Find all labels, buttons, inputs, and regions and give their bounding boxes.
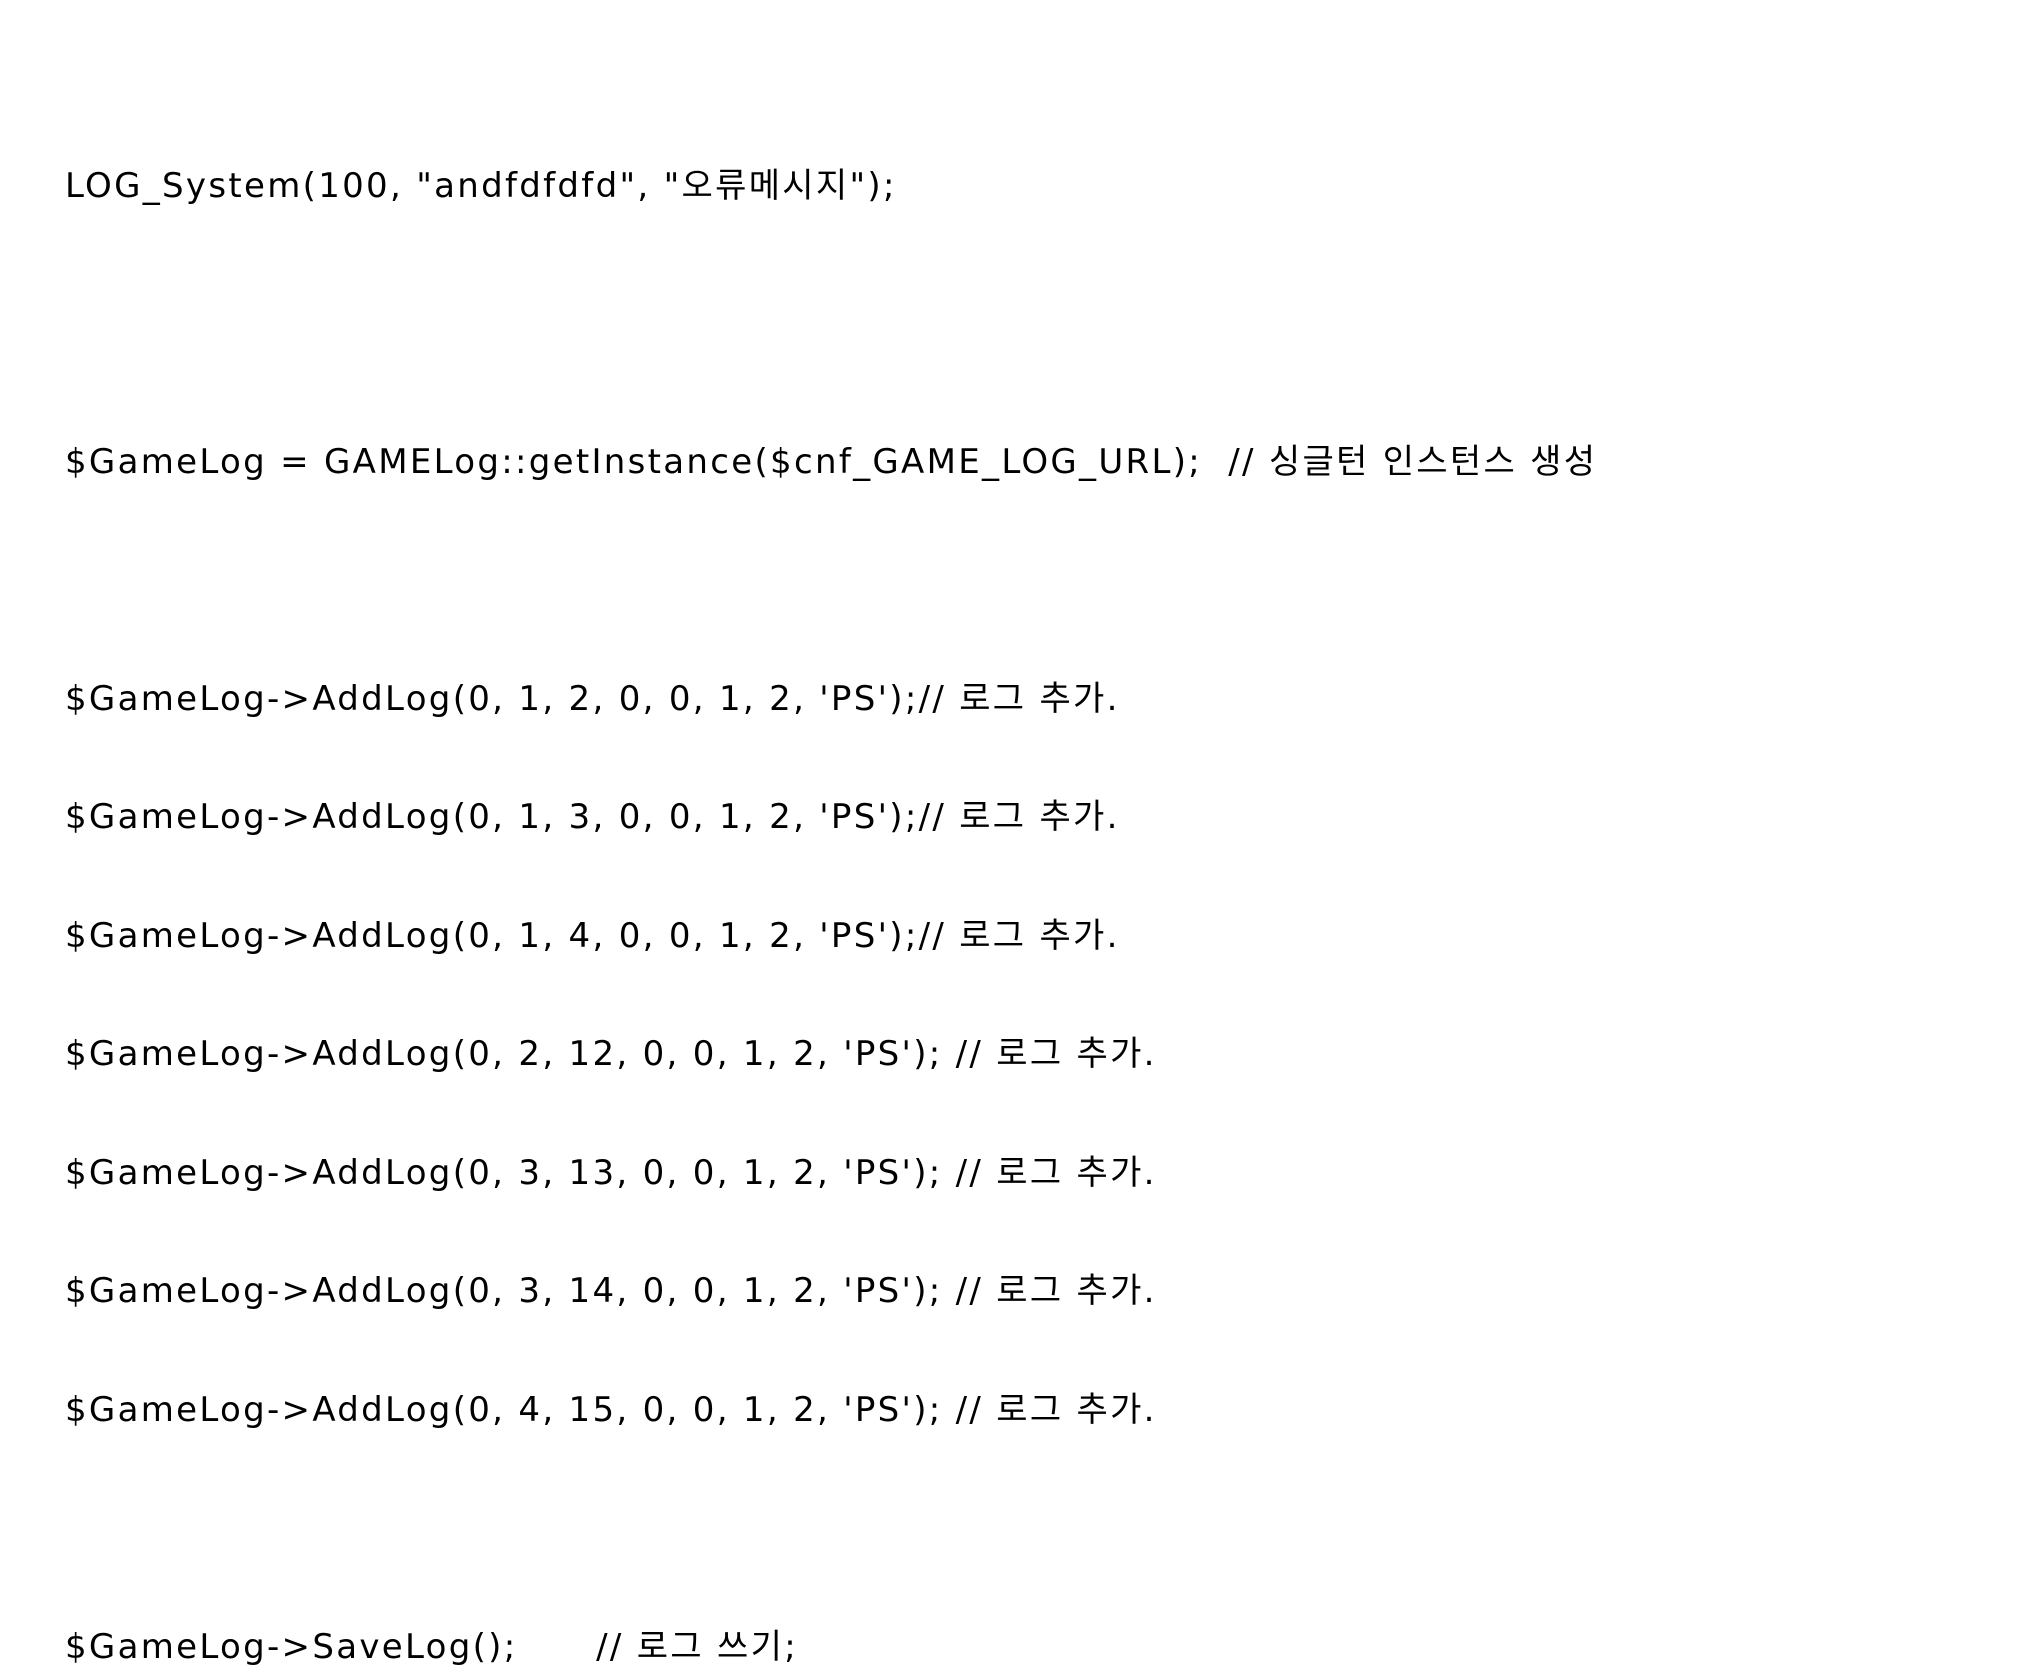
code-line-add-log: $GameLog->AddLog(0, 4, 15, 0, 0, 1, 2, '…	[65, 1389, 1157, 1430]
code-line-add-log: $GameLog->AddLog(0, 3, 14, 0, 0, 1, 2, '…	[65, 1271, 1157, 1311]
code-line-get-instance: $GameLog = GAMELog::getInstance($cnf_GAM…	[65, 441, 1598, 482]
code-line-add-log: $GameLog->AddLog(0, 1, 2, 0, 0, 1, 2, 'P…	[65, 678, 1120, 719]
code-line-save-log: $GameLog->SaveLog(); // 로그 쓰기;	[65, 1626, 798, 1667]
code-line-add-log: $GameLog->AddLog(0, 2, 12, 0, 0, 1, 2, '…	[65, 1034, 1157, 1074]
code-line-log-system: LOG_System(100, "andfdfdfd", "오류메시지");	[65, 166, 897, 206]
code-document: LOG_System(100, "andfdfdfd", "오류메시지"); $…	[65, 87, 1597, 1680]
code-line-add-log: $GameLog->AddLog(0, 1, 4, 0, 0, 1, 2, 'P…	[65, 915, 1120, 956]
code-line-add-log: $GameLog->AddLog(0, 3, 13, 0, 0, 1, 2, '…	[65, 1152, 1157, 1193]
code-line-add-log: $GameLog->AddLog(0, 1, 3, 0, 0, 1, 2, 'P…	[65, 797, 1120, 837]
